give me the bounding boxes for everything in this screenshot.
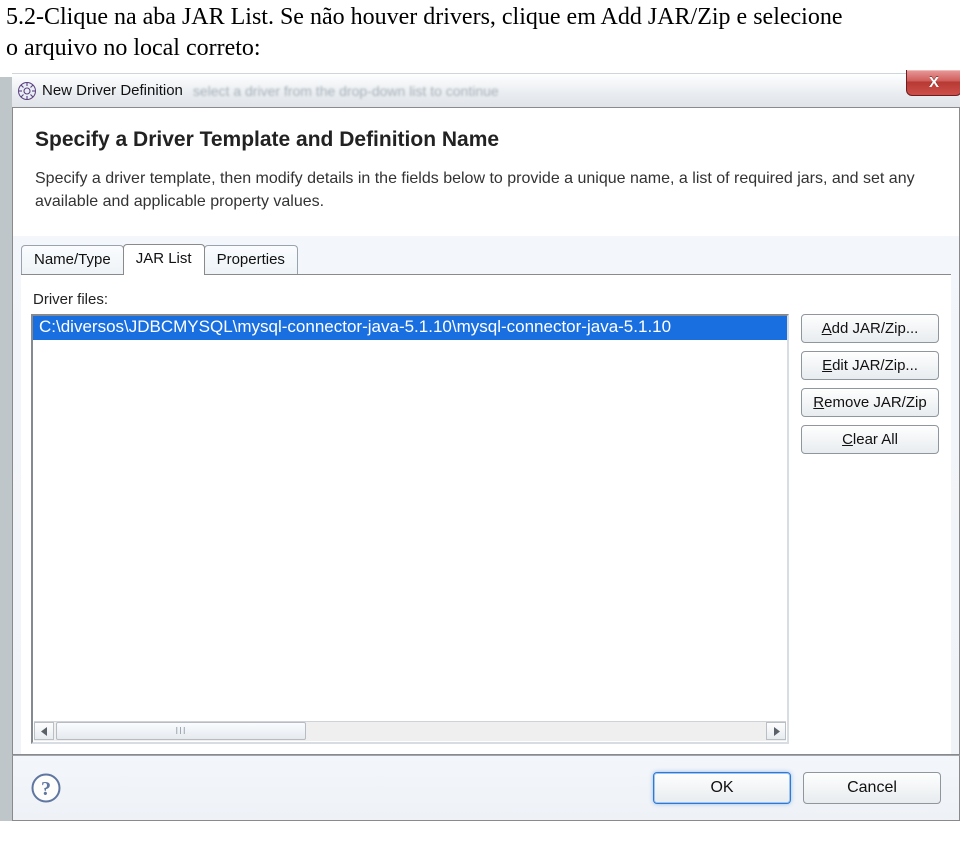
- wizard-header: Specify a Driver Template and Definition…: [12, 107, 960, 235]
- instruction-line-1: 5.2-Clique na aba JAR List. Se não houve…: [6, 4, 842, 30]
- svg-text:?: ?: [41, 778, 51, 800]
- tab-jar-list[interactable]: JAR List: [123, 244, 205, 275]
- tab-page-jar-list: Driver files: C:\diversos\JDBCMYSQL\mysq…: [21, 274, 951, 754]
- tab-label: JAR List: [136, 250, 192, 267]
- eclipse-gear-icon: [18, 82, 36, 100]
- scroll-left-button[interactable]: [34, 722, 54, 740]
- jar-buttons-column: Add JAR/Zip... Edit JAR/Zip... Remove JA…: [801, 314, 939, 744]
- horizontal-scrollbar[interactable]: III: [34, 721, 786, 741]
- ok-button[interactable]: OK: [653, 772, 791, 804]
- dialog-title: New Driver Definition: [42, 82, 183, 99]
- instruction-line-2: o arquivo no local correto:: [6, 35, 261, 61]
- background-stripe: [0, 77, 12, 820]
- scroll-right-button[interactable]: [766, 722, 786, 740]
- driver-files-listbox[interactable]: C:\diversos\JDBCMYSQL\mysql-connector-ja…: [31, 314, 789, 744]
- tab-label: Name/Type: [34, 251, 111, 268]
- cancel-button[interactable]: Cancel: [803, 772, 941, 804]
- titlebar[interactable]: New Driver Definition select a driver fr…: [12, 73, 960, 107]
- wizard-description: Specify a driver template, then modify d…: [35, 168, 929, 213]
- button-label: Cancel: [847, 779, 897, 796]
- scroll-thumb[interactable]: III: [56, 722, 306, 740]
- window-close-button[interactable]: X: [906, 70, 960, 96]
- button-label: OK: [710, 779, 733, 796]
- help-icon[interactable]: ?: [31, 773, 61, 803]
- wizard-title: Specify a Driver Template and Definition…: [35, 128, 929, 152]
- list-item[interactable]: C:\diversos\JDBCMYSQL\mysql-connector-ja…: [33, 316, 787, 340]
- tab-properties[interactable]: Properties: [204, 245, 298, 274]
- driver-files-label: Driver files:: [33, 291, 939, 308]
- tab-name-type[interactable]: Name/Type: [21, 245, 124, 274]
- instruction-text: 5.2-Clique na aba JAR List. Se não houve…: [0, 0, 960, 63]
- tab-bar: Name/Type JAR List Properties: [21, 244, 951, 274]
- close-icon: X: [929, 74, 939, 91]
- edit-jar-zip-button[interactable]: Edit JAR/Zip...: [801, 351, 939, 380]
- clear-all-button[interactable]: Clear All: [801, 425, 939, 454]
- remove-jar-zip-button[interactable]: Remove JAR/Zip: [801, 388, 939, 417]
- tab-label: Properties: [217, 251, 285, 268]
- add-jar-zip-button[interactable]: Add JAR/Zip...: [801, 314, 939, 343]
- titlebar-hint-blurred: select a driver from the drop-down list …: [193, 83, 499, 99]
- new-driver-definition-dialog: New Driver Definition select a driver fr…: [12, 73, 960, 820]
- tab-region: Name/Type JAR List Properties Driver fil…: [12, 236, 960, 755]
- dialog-footer: ? OK Cancel: [12, 755, 960, 821]
